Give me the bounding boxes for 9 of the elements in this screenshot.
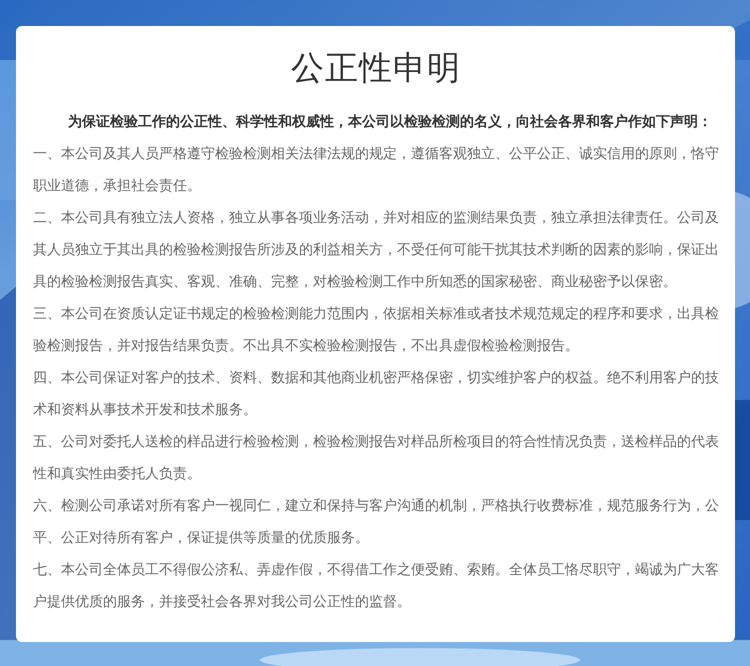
page-title: 公正性申明 — [290, 47, 462, 89]
statement-paragraph: 七、本公司全体员工不得假公济私、弄虚作假，不得借工作之便受贿、索贿。全体员工恪尽职守，竭诚为广大客户提供优质的服务，并接受社会各界对我公司公正性的监督。 — [33, 561, 719, 612]
intro-paragraph: 为保证检验工作的公正性、科学性和权威性，本公司以检验检测的名义，向社会各界和客户作如下声明： — [67, 112, 713, 132]
statement-paragraph: 四、本公司保证对客户的技术、资料、数据和其他商业机密严格保密，切实维护客户的权益。绝不利用客户的技术和资料从事技术开发和技术服务。 — [33, 369, 719, 420]
statement-paragraph: 一、本公司及其人员严格遵守检验检测相关法律法规的规定，遵循客观独立、公平公正、诚实信用的原则，恪守职业道德，承担社会责任。 — [33, 145, 719, 196]
statement-paragraph: 六、检测公司承诺对所有客户一视同仁，建立和保持与客户沟通的机制，严格执行收费标准，规范服务行为，公平、公正对待所有客户，保证提供等质量的优质服务。 — [33, 497, 719, 548]
statement-paragraph: 二、本公司具有独立法人资格，独立从事各项业务活动，并对相应的监测结果负责，独立承担法律责任。公司及其人员独立于其出具的检验检测报告所涉及的利益相关方，不受任何可能干扰其技术判断的因素的影响，保证出具的检验检测报告真实、客观、准确、完整，对检验检测工作中所知悉的国家秘密、商业秘密予以保密。 — [33, 209, 719, 292]
statement-paragraph: 三、本公司在资质认定证书规定的检验检测能力范围内，依据相关标准或者技术规范规定的程序和要求，出具检验检测报告，并对报告结果负责。不出具不实检验检测报告，不出具虚假检验检测报告。 — [33, 305, 719, 356]
statement-paragraph: 五、公司对委托人送检的样品进行检验检测，检验检测报告对样品所检项目的符合性情况负责，送检样品的代表性和真实性由委托人负责。 — [33, 433, 719, 484]
